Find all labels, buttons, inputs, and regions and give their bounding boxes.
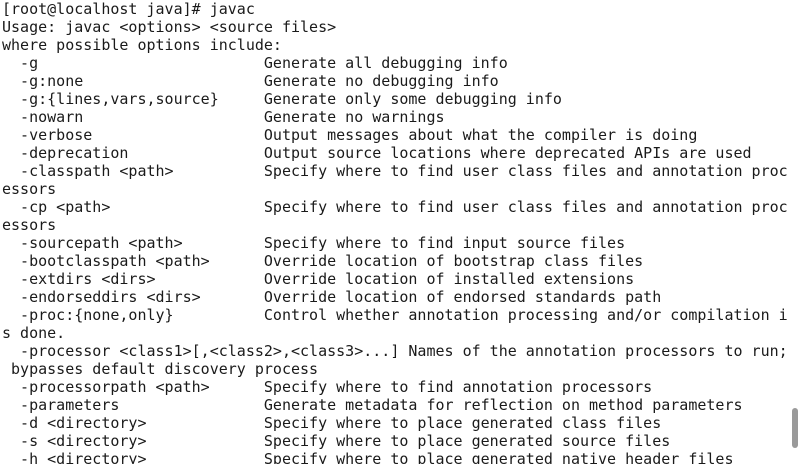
terminal-line: -processor <class1>[,<class2>,<class3>..…	[2, 342, 788, 360]
terminal-line: -deprecation Output source locations whe…	[2, 144, 752, 162]
terminal-line-prompt: [root@localhost java]# javac	[2, 0, 255, 18]
terminal-line-options-header: where possible options include:	[2, 36, 282, 54]
terminal-line: -cp <path> Specify where to find user cl…	[2, 198, 788, 216]
terminal-line: -sourcepath <path> Specify where to find…	[2, 234, 626, 252]
terminal-line: -s <directory> Specify where to place ge…	[2, 432, 671, 450]
terminal-line: -bootclasspath <path> Override location …	[2, 252, 644, 270]
terminal-line: -d <directory> Specify where to place ge…	[2, 414, 662, 432]
terminal-line: -verbose Output messages about what the …	[2, 126, 698, 144]
terminal-line: -h <directory> Specify where to place ge…	[2, 450, 734, 464]
terminal-window[interactable]: [root@localhost java]# javac Usage: java…	[0, 0, 800, 464]
terminal-line: -g:none Generate no debugging info	[2, 72, 499, 90]
terminal-line: -extdirs <dirs> Override location of ins…	[2, 270, 635, 288]
terminal-line: -g:{lines,vars,source} Generate only som…	[2, 90, 562, 108]
terminal-output[interactable]: [root@localhost java]# javac Usage: java…	[2, 0, 788, 464]
terminal-line: -endorseddirs <dirs> Override location o…	[2, 288, 662, 306]
terminal-line: -proc:{none,only} Control whether annota…	[2, 306, 788, 324]
terminal-line: -nowarn Generate no warnings	[2, 108, 445, 126]
scrollbar-thumb[interactable]	[792, 408, 798, 448]
terminal-line: -g Generate all debugging info	[2, 54, 508, 72]
terminal-line: -parameters Generate metadata for reflec…	[2, 396, 743, 414]
terminal-line: bypasses default discovery process	[2, 360, 319, 378]
terminal-line: essors	[2, 180, 57, 198]
terminal-line: -processorpath <path> Specify where to f…	[2, 378, 653, 396]
vertical-scrollbar[interactable]	[788, 0, 800, 464]
terminal-line: -classpath <path> Specify where to find …	[2, 162, 788, 180]
terminal-line: s done.	[2, 324, 66, 342]
terminal-line-usage: Usage: javac <options> <source files>	[2, 18, 337, 36]
terminal-line: essors	[2, 216, 57, 234]
